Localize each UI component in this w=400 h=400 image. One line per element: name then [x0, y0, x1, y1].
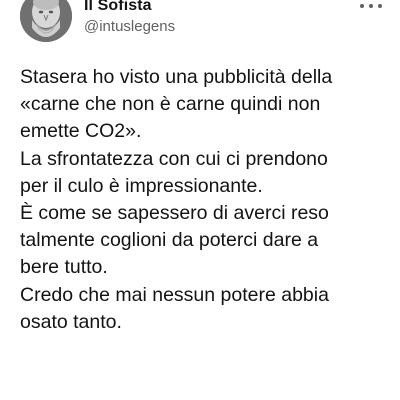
tweet-text-line: emette CO2».	[20, 120, 142, 143]
tweet-card: Il Sofista @intuslegens Stasera ho visto…	[0, 0, 400, 400]
tweet-text-line: bere tutto.	[20, 256, 108, 279]
tweet-text-line: Credo che mai nessun potere abbia	[20, 283, 329, 306]
tweet-text-line: osato tanto.	[20, 310, 122, 333]
tweet-text-line: La sfrontatezza con cui ci prendono	[20, 147, 328, 170]
tweet-text: Stasera ho visto una pubblicità della «c…	[20, 64, 392, 336]
author-display-name[interactable]: Il Sofista	[84, 0, 152, 15]
avatar[interactable]	[20, 0, 72, 42]
more-options-icon[interactable]	[360, 0, 382, 14]
tweet-text-line: talmente coglioni da poterci dare a	[20, 229, 319, 252]
tweet-text-line: «carne che non è carne quindi non	[20, 93, 321, 116]
tweet-text-line: È come se sapessero di averci reso	[20, 202, 329, 225]
tweet-text-line: Stasera ho visto una pubblicità della	[20, 66, 333, 88]
menu-dot	[360, 4, 364, 8]
menu-dot	[378, 4, 382, 8]
tweet-text-line: per il culo è impressionante.	[20, 174, 263, 197]
menu-dot	[369, 4, 373, 8]
author-handle[interactable]: @intuslegens	[84, 18, 175, 35]
bust-portrait-icon	[20, 0, 72, 42]
